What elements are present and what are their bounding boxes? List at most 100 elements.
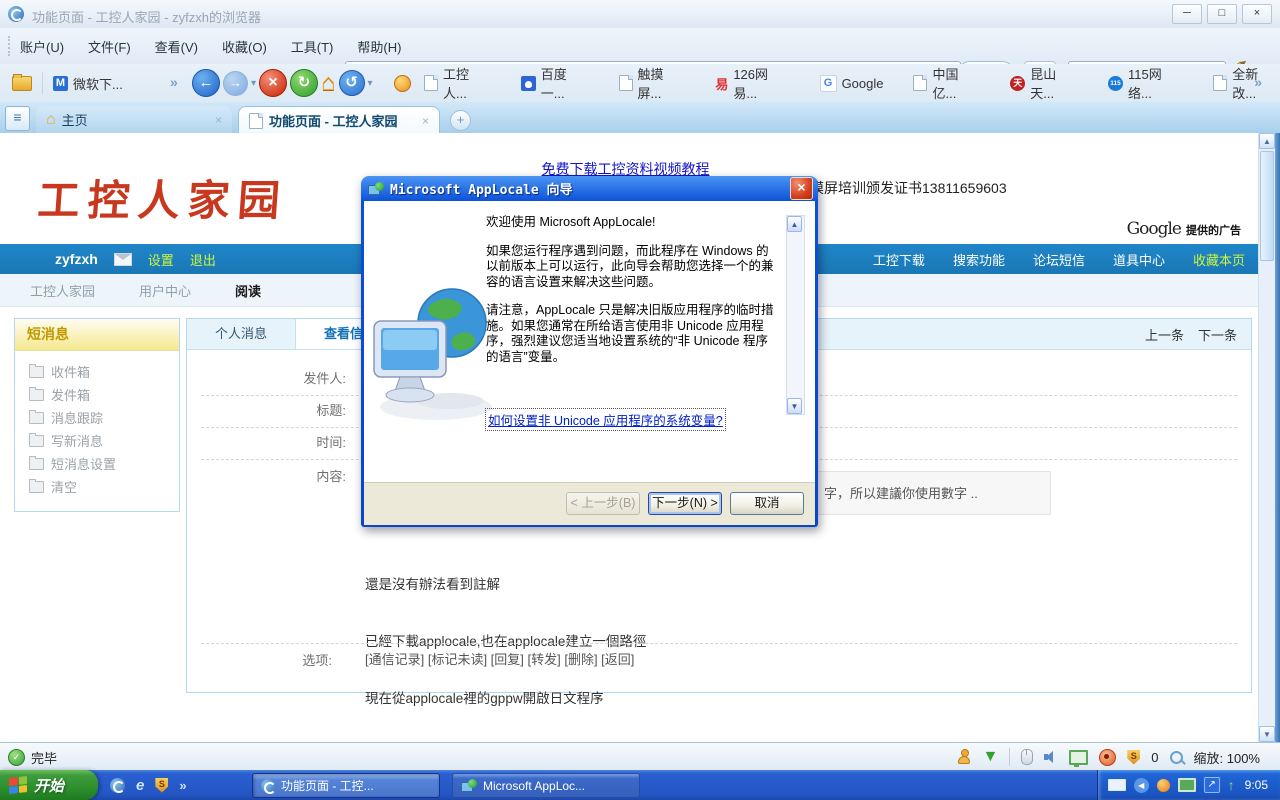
message-options[interactable]: [通信记录] [标记未读] [回复] [转发] [删除] [返回] [365, 645, 634, 675]
sidebar-item-outbox[interactable]: 发件箱 [29, 383, 179, 406]
sidebar-item-compose[interactable]: 写新消息 [29, 429, 179, 452]
next-message-link[interactable]: 下一条 [1198, 325, 1237, 344]
favorite-item[interactable]: 天昆山天... [1010, 64, 1078, 102]
prev-message-link[interactable]: 上一条 [1145, 325, 1184, 344]
new-tab-button[interactable]: + [450, 110, 471, 131]
speaker-icon[interactable] [1044, 751, 1058, 763]
page-scrollbar[interactable]: ▲ ▼ [1258, 133, 1275, 742]
site-logo[interactable]: 工控人家园 [36, 167, 290, 228]
taskbar-task-browser[interactable]: 功能页面 - 工控... [252, 773, 440, 798]
tab-personal-message[interactable]: 个人消息 [187, 319, 296, 349]
menu-file[interactable]: 文件(F) [88, 37, 131, 56]
scroll-up-icon[interactable]: ▲ [1259, 133, 1275, 149]
zoom-level[interactable]: 缩放: 100% [1194, 748, 1260, 767]
nav-link-bookmark[interactable]: 收藏本页 [1193, 250, 1245, 269]
quicklaunch-chevron-icon[interactable]: » [179, 778, 186, 793]
sitenav-usercenter[interactable]: 用户中心 [139, 281, 191, 300]
screenshot-icon[interactable] [1069, 750, 1088, 765]
dialog-titlebar[interactable]: Microsoft AppLocale 向导 × [364, 176, 815, 201]
favorite-item[interactable]: 触摸屏... [619, 64, 686, 102]
favorite-item[interactable]: 易126网易... [715, 64, 789, 102]
minimize-button[interactable]: ─ [1172, 4, 1202, 24]
sitenav-home[interactable]: 工控人家园 [30, 281, 95, 300]
browser-quicklaunch-icon[interactable] [110, 778, 125, 793]
sidebar-item-settings[interactable]: 短消息设置 [29, 452, 179, 475]
security-quicklaunch-icon[interactable] [155, 778, 168, 793]
undo-dropdown-icon[interactable]: ▾ [368, 78, 373, 89]
tab-home[interactable]: ⌂ 主页 × [36, 106, 232, 133]
tray-update-icon[interactable]: ↑ [1228, 777, 1235, 793]
menu-favorites[interactable]: 收藏(O) [222, 37, 267, 56]
overflow-chevron-icon[interactable]: » [1254, 74, 1262, 90]
menu-tools[interactable]: 工具(T) [291, 37, 334, 56]
stop-button[interactable]: × [259, 69, 287, 97]
favorite-item[interactable]: M 微软下... [53, 74, 123, 93]
nav-link-search[interactable]: 搜索功能 [953, 250, 1005, 269]
forward-button[interactable]: → [223, 71, 248, 96]
coin-icon[interactable] [394, 75, 411, 92]
undo-close-button[interactable]: ↺ [339, 70, 365, 96]
tray-eject-icon[interactable]: ↗ [1204, 777, 1220, 793]
sitenav-read[interactable]: 阅读 [235, 281, 261, 300]
history-dropdown-icon[interactable]: ▾ [251, 78, 256, 89]
menu-view[interactable]: 查看(V) [155, 37, 198, 56]
scroll-down-icon[interactable]: ▼ [787, 398, 802, 414]
favorite-item[interactable]: 工控人... [424, 64, 491, 102]
sidebar-item-track[interactable]: 消息跟踪 [29, 406, 179, 429]
tray-orange-icon[interactable] [1157, 779, 1170, 792]
favorite-item[interactable]: 全新改... [1213, 64, 1280, 102]
favorite-label: 工控人... [443, 64, 491, 102]
favorite-label: 触摸屏... [638, 64, 686, 102]
cancel-button[interactable]: 取消 [730, 492, 804, 515]
ie-quicklaunch-icon[interactable]: e [136, 777, 144, 794]
dialog-scrollbar[interactable]: ▲ ▼ [786, 215, 805, 415]
next-button[interactable]: 下一步(N) > [648, 492, 722, 515]
sidebar-item-inbox[interactable]: 收件箱 [29, 360, 179, 383]
tab-close-icon[interactable]: × [215, 113, 222, 127]
download-icon[interactable]: ▼ [982, 749, 998, 765]
user-status-icon[interactable] [957, 749, 971, 765]
username[interactable]: zyfzxh [55, 251, 98, 267]
scroll-down-icon[interactable]: ▼ [1259, 726, 1275, 742]
nav-link-message[interactable]: 论坛短信 [1033, 250, 1085, 269]
start-button[interactable]: 开始 [0, 770, 98, 800]
favorite-item[interactable]: 115115网络... [1108, 64, 1183, 102]
eye-protect-icon[interactable] [1099, 749, 1116, 766]
refresh-button[interactable]: ↻ [290, 69, 318, 97]
unicode-help-link[interactable]: 如何设置非 Unicode 应用程序的系统变量? [486, 409, 725, 430]
tab-close-icon[interactable]: × [422, 114, 429, 128]
tray-clock[interactable]: 9:05 [1245, 778, 1268, 792]
taskbar-task-applocale[interactable]: Microsoft AppLoc... [452, 773, 640, 798]
tab-list-button[interactable]: ≡ [5, 106, 30, 131]
back-button[interactable]: ← [192, 69, 220, 97]
scroll-up-icon[interactable]: ▲ [787, 216, 802, 232]
close-button[interactable]: × [1242, 4, 1272, 24]
nav-link-props[interactable]: 道具中心 [1113, 250, 1165, 269]
nav-link-download[interactable]: 工控下载 [873, 250, 925, 269]
baidu-icon [521, 76, 536, 91]
tab-active[interactable]: 功能页面 - 工控人家园 × [238, 106, 440, 134]
favorite-item[interactable]: 百度一... [521, 64, 589, 102]
home-button[interactable]: ⌂ [321, 70, 336, 96]
menu-help[interactable]: 帮助(H) [357, 37, 401, 56]
scrollbar-thumb[interactable] [1260, 151, 1274, 261]
security-shield-icon[interactable] [1127, 750, 1140, 765]
zoom-icon[interactable] [1170, 751, 1183, 764]
menu-account[interactable]: 账户(U) [20, 37, 64, 56]
back-button[interactable]: < 上一步(B) [566, 492, 640, 515]
tray-monitor-icon[interactable] [1178, 778, 1196, 792]
favorite-item[interactable]: 中国亿... [913, 64, 980, 102]
tray-chevron-icon[interactable]: ◀ [1134, 778, 1149, 793]
settings-link[interactable]: 设置 [148, 250, 174, 269]
keyboard-icon[interactable] [1108, 779, 1126, 791]
favorites-folder-icon[interactable] [12, 76, 32, 91]
maximize-button[interactable]: □ [1207, 4, 1237, 24]
mouse-gesture-icon[interactable] [1021, 749, 1033, 765]
logout-link[interactable]: 退出 [190, 250, 216, 269]
favorite-item[interactable]: GGoogle [820, 75, 884, 92]
overflow-chevron-icon[interactable]: » [170, 74, 178, 90]
applocale-task-icon [461, 779, 477, 793]
dialog-close-button[interactable]: × [790, 177, 813, 200]
sidebar-item-clear[interactable]: 清空 [29, 475, 179, 498]
mail-icon[interactable] [114, 253, 132, 266]
